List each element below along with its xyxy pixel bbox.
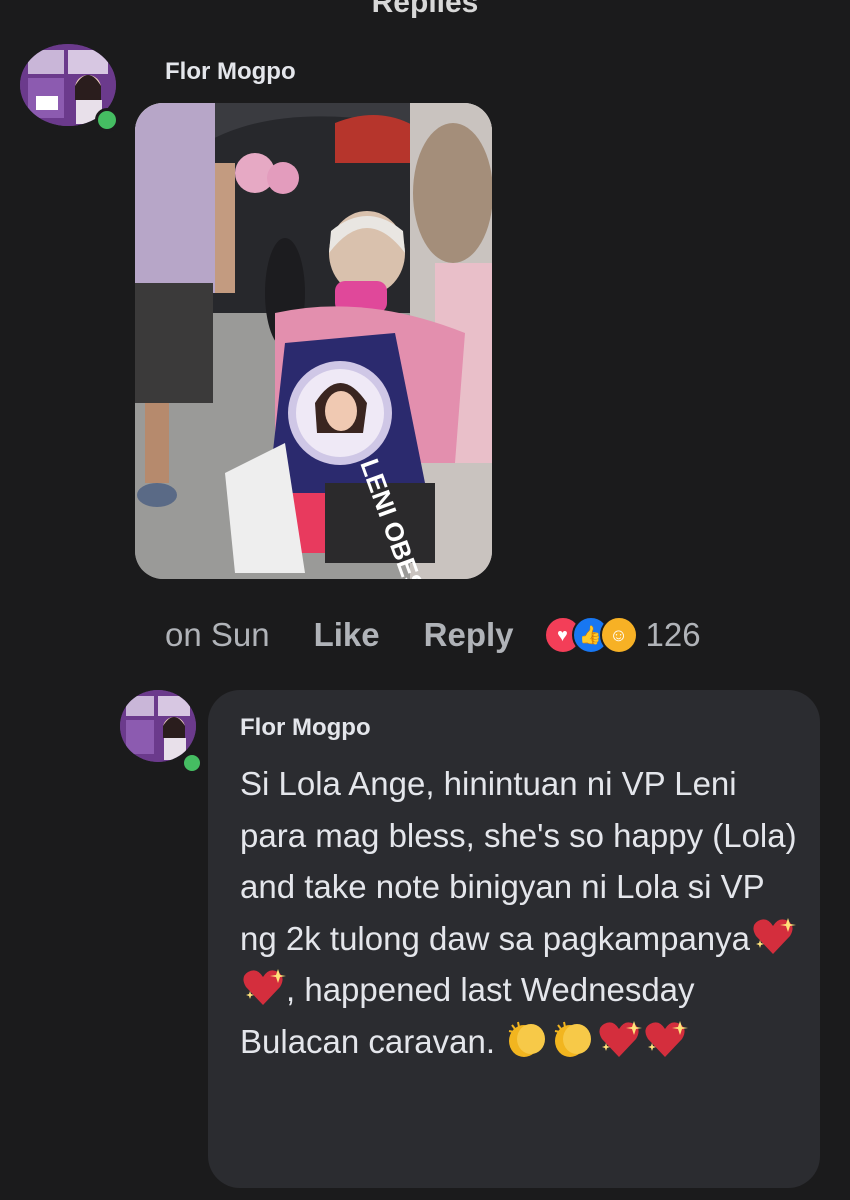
reply-button[interactable]: Reply <box>424 616 514 654</box>
reply-author-name[interactable]: Flor Mogpo <box>240 714 371 742</box>
avatar-image <box>120 690 196 762</box>
care-reaction-icon: ☺ <box>599 616 638 654</box>
comment-photo[interactable]: LENI OBES <box>135 103 492 579</box>
reply-avatar[interactable] <box>120 690 196 762</box>
reply-comment-text: Si Lola Ange, hinintuan ni VP Leni para … <box>240 758 805 1067</box>
replies-header-cut: Replies <box>371 0 479 19</box>
post-author-name[interactable]: Flor Mogpo <box>165 58 296 86</box>
like-button[interactable]: Like <box>314 616 380 654</box>
reaction-summary[interactable]: ♥ 👍 ☺ <box>543 616 638 654</box>
online-status-dot <box>95 108 119 132</box>
comment-timestamp[interactable]: on Sun <box>165 616 270 654</box>
sparkling-heart-icon <box>642 1019 689 1059</box>
sparkling-heart-icon <box>596 1019 643 1059</box>
reaction-count[interactable]: 126 <box>646 616 701 654</box>
online-status-dot <box>181 752 203 774</box>
sparkling-heart-icon <box>750 916 797 956</box>
comment-actions-bar: on Sun Like Reply ♥ 👍 ☺ 126 <box>165 612 701 658</box>
clapping-hands-icon <box>504 1019 550 1059</box>
clapping-hands-icon <box>550 1019 596 1059</box>
photo-image: LENI OBES <box>135 103 492 579</box>
reply-text-part1: Si Lola Ange, hinintuan ni VP Leni para … <box>240 765 797 957</box>
sparkling-heart-icon <box>240 967 286 1007</box>
